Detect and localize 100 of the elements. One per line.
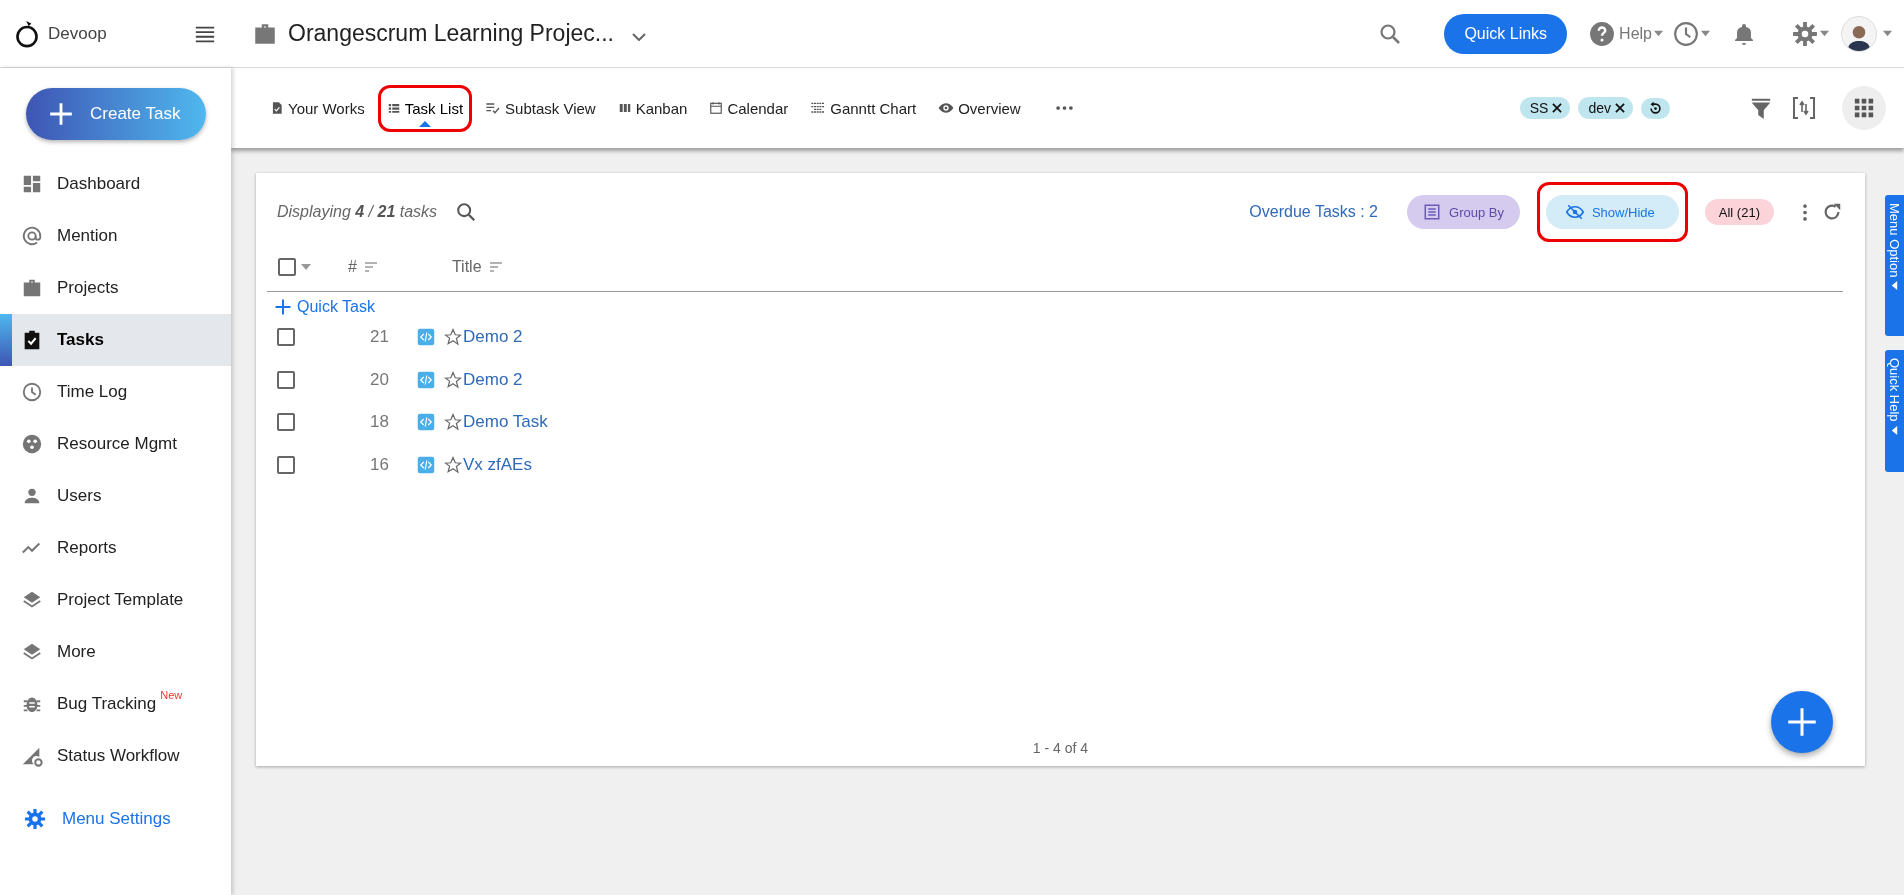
add-button[interactable] xyxy=(1771,691,1833,753)
caret-icon xyxy=(1890,425,1899,435)
row-checkbox[interactable] xyxy=(277,370,295,389)
task-number: 18 xyxy=(369,412,389,433)
plus-icon xyxy=(48,101,74,127)
sidebar-label: Reports xyxy=(57,538,117,558)
caret-icon xyxy=(1883,29,1892,38)
sidebar-label: Projects xyxy=(57,278,119,298)
chevron-down-icon xyxy=(632,32,646,41)
sidebar-item[interactable]: Bug Tracking New xyxy=(0,678,231,730)
dashboard-icon xyxy=(21,173,43,195)
menu-settings-link[interactable]: Menu Settings xyxy=(0,808,231,830)
all-filter-button[interactable]: All (21) xyxy=(1704,199,1774,225)
reset-icon xyxy=(1648,100,1663,116)
sidebar-item[interactable]: Project Template xyxy=(0,574,231,626)
eye-icon xyxy=(938,100,955,116)
sidebar-item[interactable]: Resource Mgmt xyxy=(0,418,231,470)
plus-icon xyxy=(1787,707,1817,737)
clock-icon xyxy=(21,381,43,403)
sidebar-item[interactable]: Dashboard xyxy=(0,158,231,210)
star-icon xyxy=(444,455,462,474)
close-icon xyxy=(1550,101,1565,115)
caret-icon xyxy=(1654,29,1663,38)
sidebar-item[interactable]: Reports xyxy=(0,522,231,574)
side-panel-tab[interactable]: Menu Option xyxy=(1885,195,1904,336)
row-checkbox[interactable] xyxy=(277,455,295,474)
sidebar-item[interactable]: More xyxy=(0,626,231,678)
caret-icon xyxy=(301,262,311,272)
new-label: New xyxy=(160,689,183,701)
filter-chip[interactable]: dev xyxy=(1578,97,1633,119)
sidebar-label: Tasks xyxy=(57,330,104,350)
view-tab[interactable]: Overview xyxy=(936,87,1023,129)
column-header[interactable]: # xyxy=(348,258,357,276)
view-tab[interactable]: Subtask View xyxy=(483,87,598,129)
selection-bar xyxy=(0,314,12,366)
sidebar-label: More xyxy=(57,642,96,662)
apps-grid-button[interactable] xyxy=(1842,86,1886,130)
view-tab[interactable]: Kanban xyxy=(615,87,690,129)
settings-icon xyxy=(24,808,46,830)
clock-icon xyxy=(1673,20,1699,47)
task-title-link[interactable]: Vx zfAEs xyxy=(463,454,532,475)
caret-icon xyxy=(1820,29,1829,38)
column-header[interactable]: Title xyxy=(451,258,482,276)
sidebar-label: Resource Mgmt xyxy=(57,434,177,454)
task-number: 20 xyxy=(369,369,389,390)
more-dots-icon xyxy=(1055,106,1073,110)
plus-icon xyxy=(274,298,292,316)
caret-icon xyxy=(1701,29,1710,38)
quick-task-link[interactable]: Quick Task xyxy=(274,298,375,316)
side-panel-tab[interactable]: Quick Help xyxy=(1885,350,1904,472)
at-sign-icon xyxy=(21,225,43,247)
sidebar-item[interactable]: Status Workflow xyxy=(0,730,231,782)
resource-icon xyxy=(21,433,43,455)
document-check-icon xyxy=(270,101,284,115)
task-count-summary: Displaying 4 / 21 tasks xyxy=(277,203,438,221)
group-by-button[interactable]: Group By xyxy=(1407,195,1520,229)
star-icon xyxy=(444,328,462,347)
columns-icon xyxy=(617,101,632,115)
refresh-icon xyxy=(1821,201,1843,223)
sidebar-label: Dashboard xyxy=(57,174,141,194)
sidebar-item[interactable]: Users xyxy=(0,470,231,522)
overdue-tasks-link[interactable]: Overdue Tasks : 2 xyxy=(1249,203,1378,221)
sidebar-item[interactable]: Time Log xyxy=(0,366,231,418)
help-link[interactable]: Help xyxy=(1619,24,1652,43)
code-type-icon xyxy=(417,370,435,389)
sidebar-item[interactable]: Projects xyxy=(0,262,231,314)
view-tab[interactable]: Task List xyxy=(384,87,466,129)
sort-icon xyxy=(487,259,504,275)
row-checkbox[interactable] xyxy=(277,413,295,432)
settings-icon xyxy=(1792,20,1818,47)
view-tab[interactable]: Your Works xyxy=(268,87,367,129)
show-hide-button[interactable]: Show/Hide xyxy=(1545,195,1679,229)
apps-grid-icon xyxy=(1853,97,1875,119)
sidebar-item[interactable]: Tasks xyxy=(0,314,231,366)
help-icon xyxy=(1589,20,1616,47)
project-title[interactable]: Orangescrum Learning Projec... xyxy=(288,20,614,47)
sort-toggle-icon xyxy=(1792,95,1816,121)
filter-icon xyxy=(1750,96,1772,120)
task-title-link[interactable]: Demo Task xyxy=(463,412,548,433)
task-title-link[interactable]: Demo 2 xyxy=(463,327,523,348)
quick-links-button[interactable]: Quick Links xyxy=(1444,13,1568,54)
sidebar-item[interactable]: Mention xyxy=(0,210,231,262)
star-icon xyxy=(444,413,462,432)
reset-filter-chip[interactable] xyxy=(1641,97,1670,119)
code-type-icon xyxy=(417,328,435,347)
task-title-link[interactable]: Demo 2 xyxy=(463,369,523,390)
create-task-button[interactable]: Create Task xyxy=(26,88,206,140)
view-tab[interactable]: Ganntt Chart xyxy=(808,87,919,129)
filter-chip[interactable]: SS xyxy=(1519,97,1571,119)
calendar-icon xyxy=(709,101,724,115)
task-number: 21 xyxy=(369,327,389,348)
row-checkbox[interactable] xyxy=(277,328,295,347)
more-vertical-icon xyxy=(1803,203,1807,221)
sidebar-label: Users xyxy=(57,486,102,506)
select-all-checkbox[interactable] xyxy=(278,258,296,276)
sort-icon xyxy=(362,259,379,275)
view-tab[interactable]: Calendar xyxy=(707,87,791,129)
quick-task-label: Quick Task xyxy=(297,298,375,316)
sidebar-label: Mention xyxy=(57,226,118,246)
avatar[interactable] xyxy=(1841,15,1877,52)
